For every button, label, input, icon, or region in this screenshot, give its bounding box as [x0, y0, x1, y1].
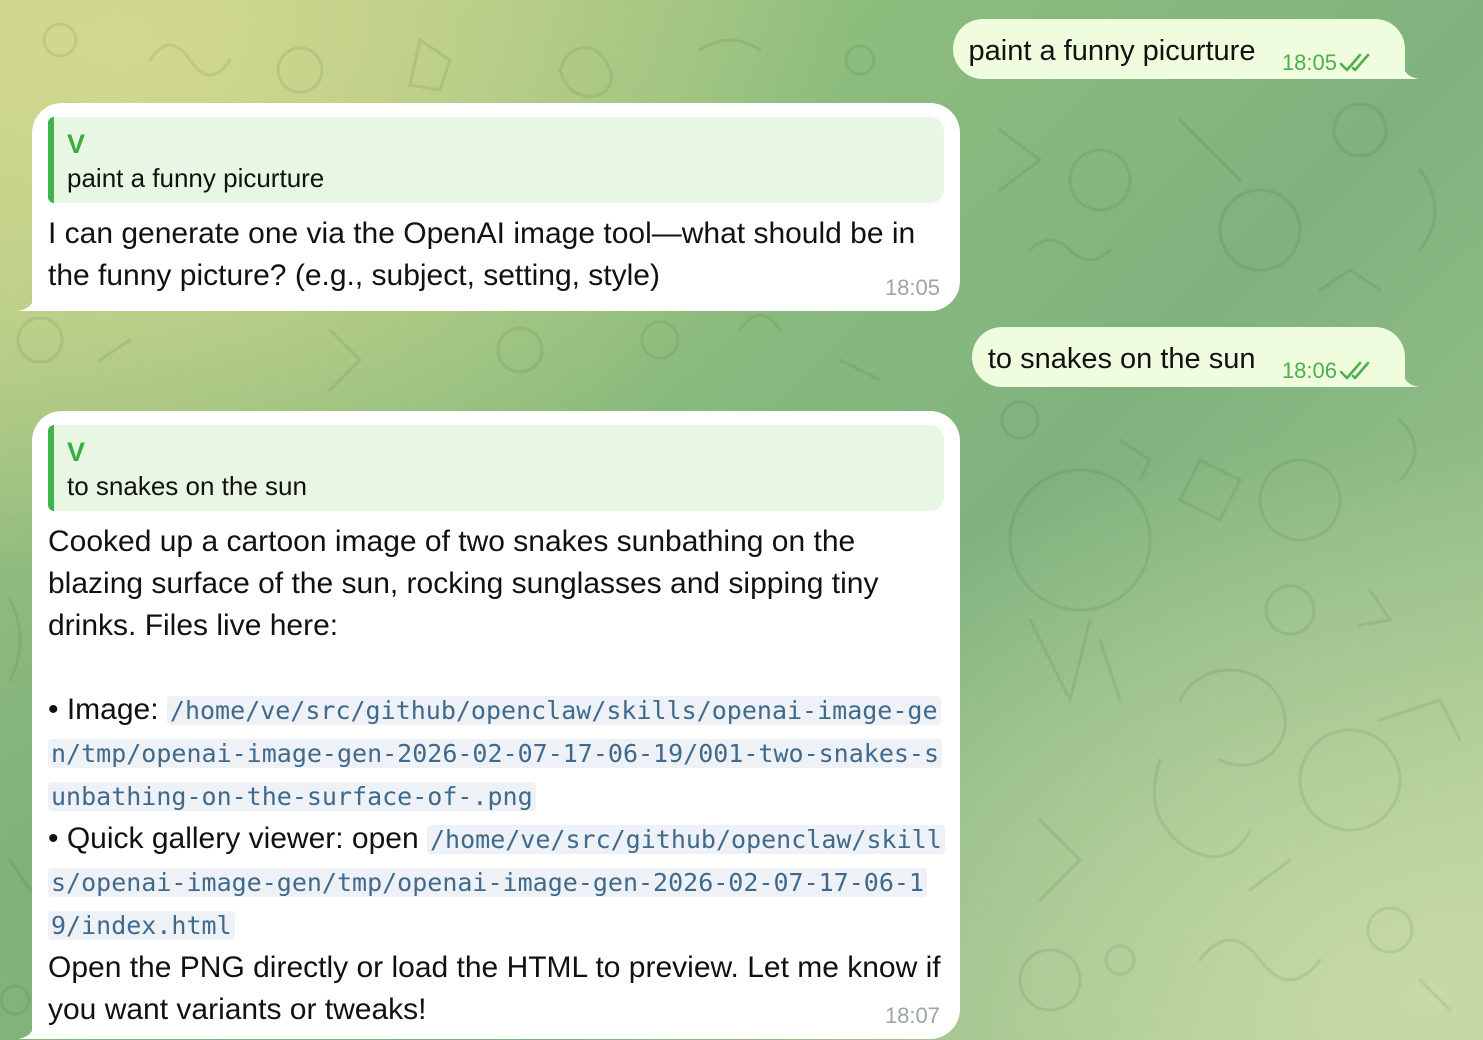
- message-text: paint a funny picurture: [968, 35, 1256, 67]
- outgoing-message[interactable]: paint a funny picurture 18:05: [952, 19, 1419, 79]
- reply-author: V: [67, 437, 86, 467]
- message-intro: Cooked up a cartoon image of two snakes …: [48, 525, 879, 642]
- message-text: to snakes on the sun: [987, 343, 1256, 375]
- bullet-label: • Image:: [48, 693, 167, 726]
- message-time: 18:06: [1281, 358, 1337, 383]
- message-outro: Open the PNG directly or load the HTML t…: [48, 951, 941, 1026]
- bubble-tail: [18, 293, 34, 311]
- reply-text: paint a funny picurture: [67, 163, 325, 193]
- message-time: 18:07: [884, 1003, 940, 1028]
- image-file-path[interactable]: /home/ve/src/github/openclaw/skills/open…: [48, 696, 943, 811]
- message-meta: 18:06: [1282, 358, 1375, 384]
- message-body: Cooked up a cartoon image of two snakes …: [48, 521, 945, 1031]
- reply-author: V: [67, 129, 86, 159]
- incoming-message[interactable]: V paint a funny picurture I can generate…: [18, 103, 960, 311]
- reply-quote[interactable]: V paint a funny picurture: [48, 117, 944, 203]
- message-meta: 18:05: [1282, 50, 1375, 76]
- incoming-message[interactable]: V to snakes on the sun Cooked up a carto…: [18, 411, 960, 1039]
- bubble-tail: [1403, 61, 1419, 79]
- message-time: 18:05: [1281, 50, 1337, 75]
- message-time: 18:05: [884, 275, 940, 300]
- image-path-line: • Image: /home/ve/src/github/openclaw/sk…: [48, 689, 944, 818]
- bubble-tail: [18, 1021, 34, 1039]
- reply-quote[interactable]: V to snakes on the sun: [48, 425, 944, 511]
- reply-text: to snakes on the sun: [67, 471, 307, 501]
- bubble-tail: [1403, 369, 1419, 387]
- double-check-icon: [1339, 53, 1370, 72]
- message-text: I can generate one via the OpenAI image …: [48, 217, 916, 292]
- double-check-icon: [1339, 361, 1370, 380]
- outgoing-message[interactable]: to snakes on the sun 18:06: [971, 327, 1419, 387]
- bullet-label: • Quick gallery viewer: open: [48, 822, 427, 855]
- gallery-path-line: • Quick gallery viewer: open /home/ve/sr…: [48, 818, 945, 947]
